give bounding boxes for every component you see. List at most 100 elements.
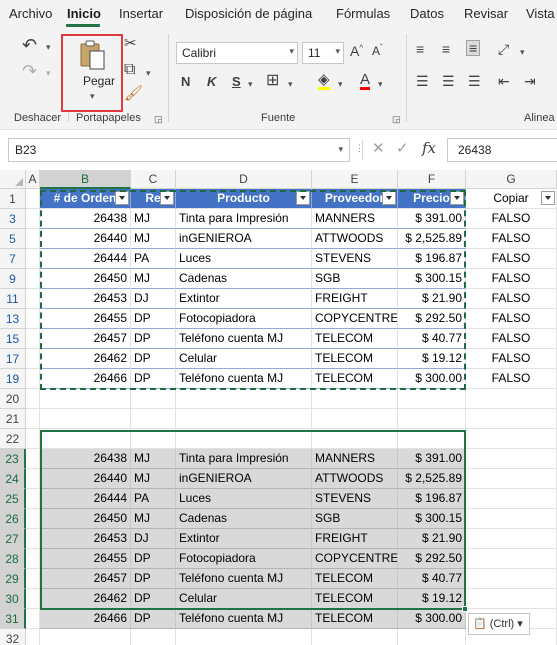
cell-product[interactable]: Luces	[176, 489, 312, 509]
cell-price[interactable]: $ 40.77	[398, 329, 466, 349]
cell[interactable]	[26, 389, 40, 409]
paste-button[interactable]: Pegar ▾	[61, 34, 123, 112]
tab-vista[interactable]: Vista	[526, 6, 555, 21]
orientation-icon[interactable]: ⤢	[498, 42, 509, 56]
cell[interactable]	[312, 629, 398, 645]
row-header[interactable]: 13	[0, 309, 26, 329]
align-left-icon[interactable]: ☰	[416, 74, 429, 88]
cell[interactable]	[40, 429, 131, 449]
cell-copy[interactable]: FALSO	[466, 329, 557, 349]
filter-active-icon[interactable]	[541, 191, 555, 205]
row-header[interactable]: 27	[0, 529, 26, 549]
cell[interactable]	[26, 289, 40, 309]
column-header-e[interactable]: E	[312, 170, 398, 189]
row-header[interactable]: 5	[0, 229, 26, 249]
cell-product[interactable]: Extintor	[176, 529, 312, 549]
table-header-e[interactable]: Proveedor	[312, 189, 398, 209]
cell-order[interactable]: 26450	[40, 509, 131, 529]
cell-product[interactable]: Teléfono cuenta MJ	[176, 329, 312, 349]
table-header-g[interactable]: Copiar	[466, 189, 557, 209]
cell-price[interactable]: $ 19.12	[398, 589, 466, 609]
cell-copy[interactable]: FALSO	[466, 249, 557, 269]
cell[interactable]	[26, 349, 40, 369]
font-launcher-icon[interactable]: ◲	[392, 114, 401, 125]
cell-product[interactable]: Teléfono cuenta MJ	[176, 369, 312, 389]
cell[interactable]	[40, 629, 131, 645]
cell-order[interactable]: 26462	[40, 589, 131, 609]
row-header[interactable]: 32	[0, 629, 26, 645]
fill-handle[interactable]	[462, 606, 468, 612]
cell-vendor[interactable]: MANNERS	[312, 449, 398, 469]
cell-ref[interactable]: DP	[131, 549, 176, 569]
cell-ref[interactable]: DP	[131, 609, 176, 629]
filter-dropdown-icon[interactable]	[115, 191, 129, 205]
cell-ref[interactable]: MJ	[131, 469, 176, 489]
cell-vendor[interactable]: TELECOM	[312, 329, 398, 349]
cell-copy[interactable]: FALSO	[466, 349, 557, 369]
bold-icon[interactable]: N	[181, 75, 190, 88]
cell-vendor[interactable]: TELECOM	[312, 369, 398, 389]
cell[interactable]	[466, 549, 557, 569]
cell-vendor[interactable]: MANNERS	[312, 209, 398, 229]
cell-order[interactable]: 26438	[40, 449, 131, 469]
cell-vendor[interactable]: ATTWOODS	[312, 469, 398, 489]
cell-vendor[interactable]: STEVENS	[312, 249, 398, 269]
cell-price[interactable]: $ 300.00	[398, 609, 466, 629]
spreadsheet-grid[interactable]: A B C D E F G 1 # de Orden Re Producto Proveedor Pre…	[0, 170, 557, 645]
cell[interactable]	[131, 389, 176, 409]
font-name-select[interactable]: Calibri ▾	[176, 42, 298, 64]
cell-price[interactable]: $ 196.87	[398, 489, 466, 509]
cell-product[interactable]: Fotocopiadora	[176, 549, 312, 569]
grow-font-icon[interactable]: A^	[350, 44, 363, 58]
italic-icon[interactable]: K	[207, 75, 216, 88]
underline-icon[interactable]: S	[232, 75, 241, 88]
cell[interactable]	[26, 309, 40, 329]
row-header[interactable]: 11	[0, 289, 26, 309]
cell-order[interactable]: 26438	[40, 209, 131, 229]
cell[interactable]	[176, 429, 312, 449]
column-header-a[interactable]: A	[26, 170, 40, 189]
cell-ref[interactable]: DP	[131, 369, 176, 389]
filter-dropdown-icon[interactable]	[296, 191, 310, 205]
cell[interactable]	[398, 409, 466, 429]
cell[interactable]	[466, 469, 557, 489]
cell-vendor[interactable]: TELECOM	[312, 589, 398, 609]
copy-dropdown-icon[interactable]: ▾	[146, 68, 151, 79]
cell-product[interactable]: Celular	[176, 349, 312, 369]
cell[interactable]	[176, 409, 312, 429]
cell[interactable]	[26, 609, 40, 629]
formula-input[interactable]: 26438	[447, 138, 557, 162]
cell-copy[interactable]: FALSO	[466, 269, 557, 289]
cell-vendor[interactable]: COPYCENTRE	[312, 309, 398, 329]
cell-product[interactable]: Tinta para Impresión	[176, 209, 312, 229]
cell-ref[interactable]: DP	[131, 309, 176, 329]
cell-ref[interactable]: DP	[131, 589, 176, 609]
table-header-b[interactable]: # de Orden	[40, 189, 131, 209]
cell[interactable]	[26, 409, 40, 429]
cell[interactable]	[26, 469, 40, 489]
row-header[interactable]: 3	[0, 209, 26, 229]
fill-color-icon[interactable]: ◈	[318, 72, 330, 90]
cell-vendor[interactable]: TELECOM	[312, 609, 398, 629]
cell[interactable]	[26, 529, 40, 549]
cell-product[interactable]: Teléfono cuenta MJ	[176, 569, 312, 589]
table-header-f[interactable]: Precio	[398, 189, 466, 209]
cell-ref[interactable]: MJ	[131, 509, 176, 529]
row-header[interactable]: 19	[0, 369, 26, 389]
table-header-d[interactable]: Producto	[176, 189, 312, 209]
cell-product[interactable]: Cadenas	[176, 269, 312, 289]
cell[interactable]	[176, 629, 312, 645]
cell-price[interactable]: $ 21.90	[398, 529, 466, 549]
cell-product[interactable]: inGENIEROA	[176, 229, 312, 249]
row-header[interactable]: 30	[0, 589, 26, 609]
borders-icon[interactable]: ⊞	[266, 73, 279, 89]
cell-vendor[interactable]: FREIGHT	[312, 529, 398, 549]
cell[interactable]	[131, 629, 176, 645]
row-header[interactable]: 28	[0, 549, 26, 569]
cell-ref[interactable]: DJ	[131, 289, 176, 309]
decrease-indent-icon[interactable]: ⇤	[498, 74, 510, 88]
undo-icon[interactable]: ↶	[22, 36, 37, 54]
cell[interactable]	[312, 409, 398, 429]
cell-vendor[interactable]: SGB	[312, 509, 398, 529]
cell[interactable]	[26, 329, 40, 349]
